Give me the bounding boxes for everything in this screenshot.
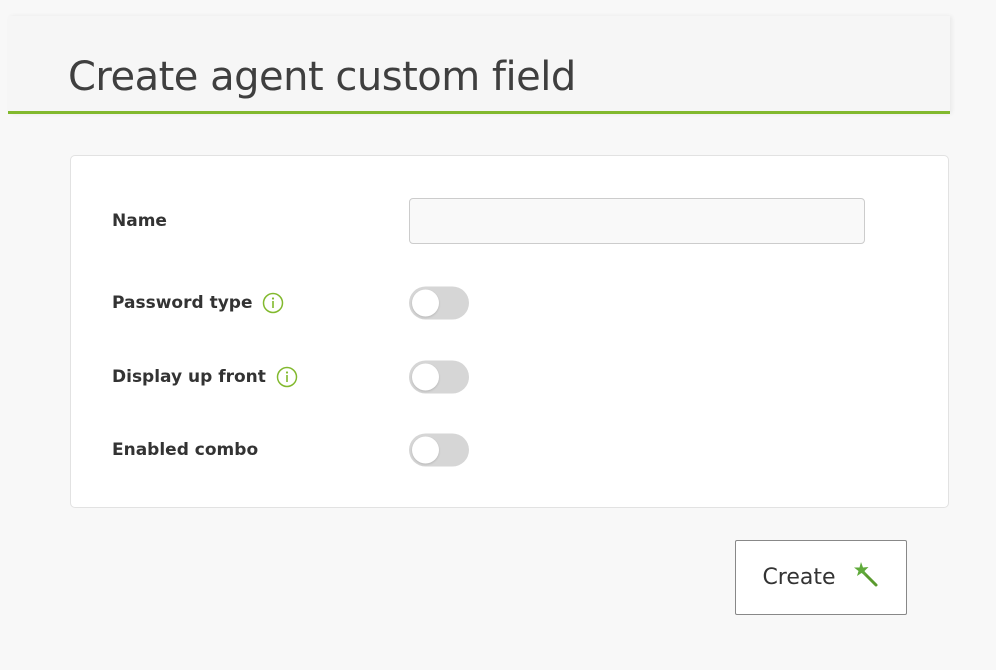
password-type-toggle[interactable] bbox=[409, 286, 469, 320]
display-up-front-label: Display up front bbox=[112, 366, 298, 388]
enabled-combo-toggle[interactable] bbox=[409, 433, 469, 467]
form-row-name: Name bbox=[71, 198, 948, 244]
toggle-knob bbox=[412, 436, 439, 464]
name-input[interactable] bbox=[409, 198, 865, 244]
toggle-knob bbox=[412, 363, 439, 391]
form-card: Name Password type Display up front Enab… bbox=[70, 155, 949, 508]
password-type-label-text: Password type bbox=[112, 293, 253, 313]
form-row-password-type: Password type bbox=[71, 280, 948, 326]
info-icon[interactable] bbox=[276, 366, 298, 388]
password-type-label: Password type bbox=[112, 292, 284, 314]
name-label-text: Name bbox=[112, 211, 167, 231]
form-row-enabled-combo: Enabled combo bbox=[71, 427, 948, 473]
display-up-front-toggle[interactable] bbox=[409, 360, 469, 394]
create-button-label: Create bbox=[762, 565, 836, 590]
page-header: Create agent custom field bbox=[8, 16, 950, 114]
display-up-front-label-text: Display up front bbox=[112, 367, 266, 387]
toggle-knob bbox=[412, 289, 439, 317]
enabled-combo-label-text: Enabled combo bbox=[112, 440, 259, 460]
create-button[interactable]: Create bbox=[735, 540, 907, 615]
enabled-combo-label: Enabled combo bbox=[112, 440, 258, 460]
page: Create agent custom field Name Password … bbox=[0, 0, 996, 670]
page-title: Create agent custom field bbox=[68, 54, 576, 100]
magic-wand-icon bbox=[852, 561, 880, 589]
name-label: Name bbox=[112, 211, 167, 231]
info-icon[interactable] bbox=[262, 292, 284, 314]
form-row-display-up-front: Display up front bbox=[71, 354, 948, 400]
